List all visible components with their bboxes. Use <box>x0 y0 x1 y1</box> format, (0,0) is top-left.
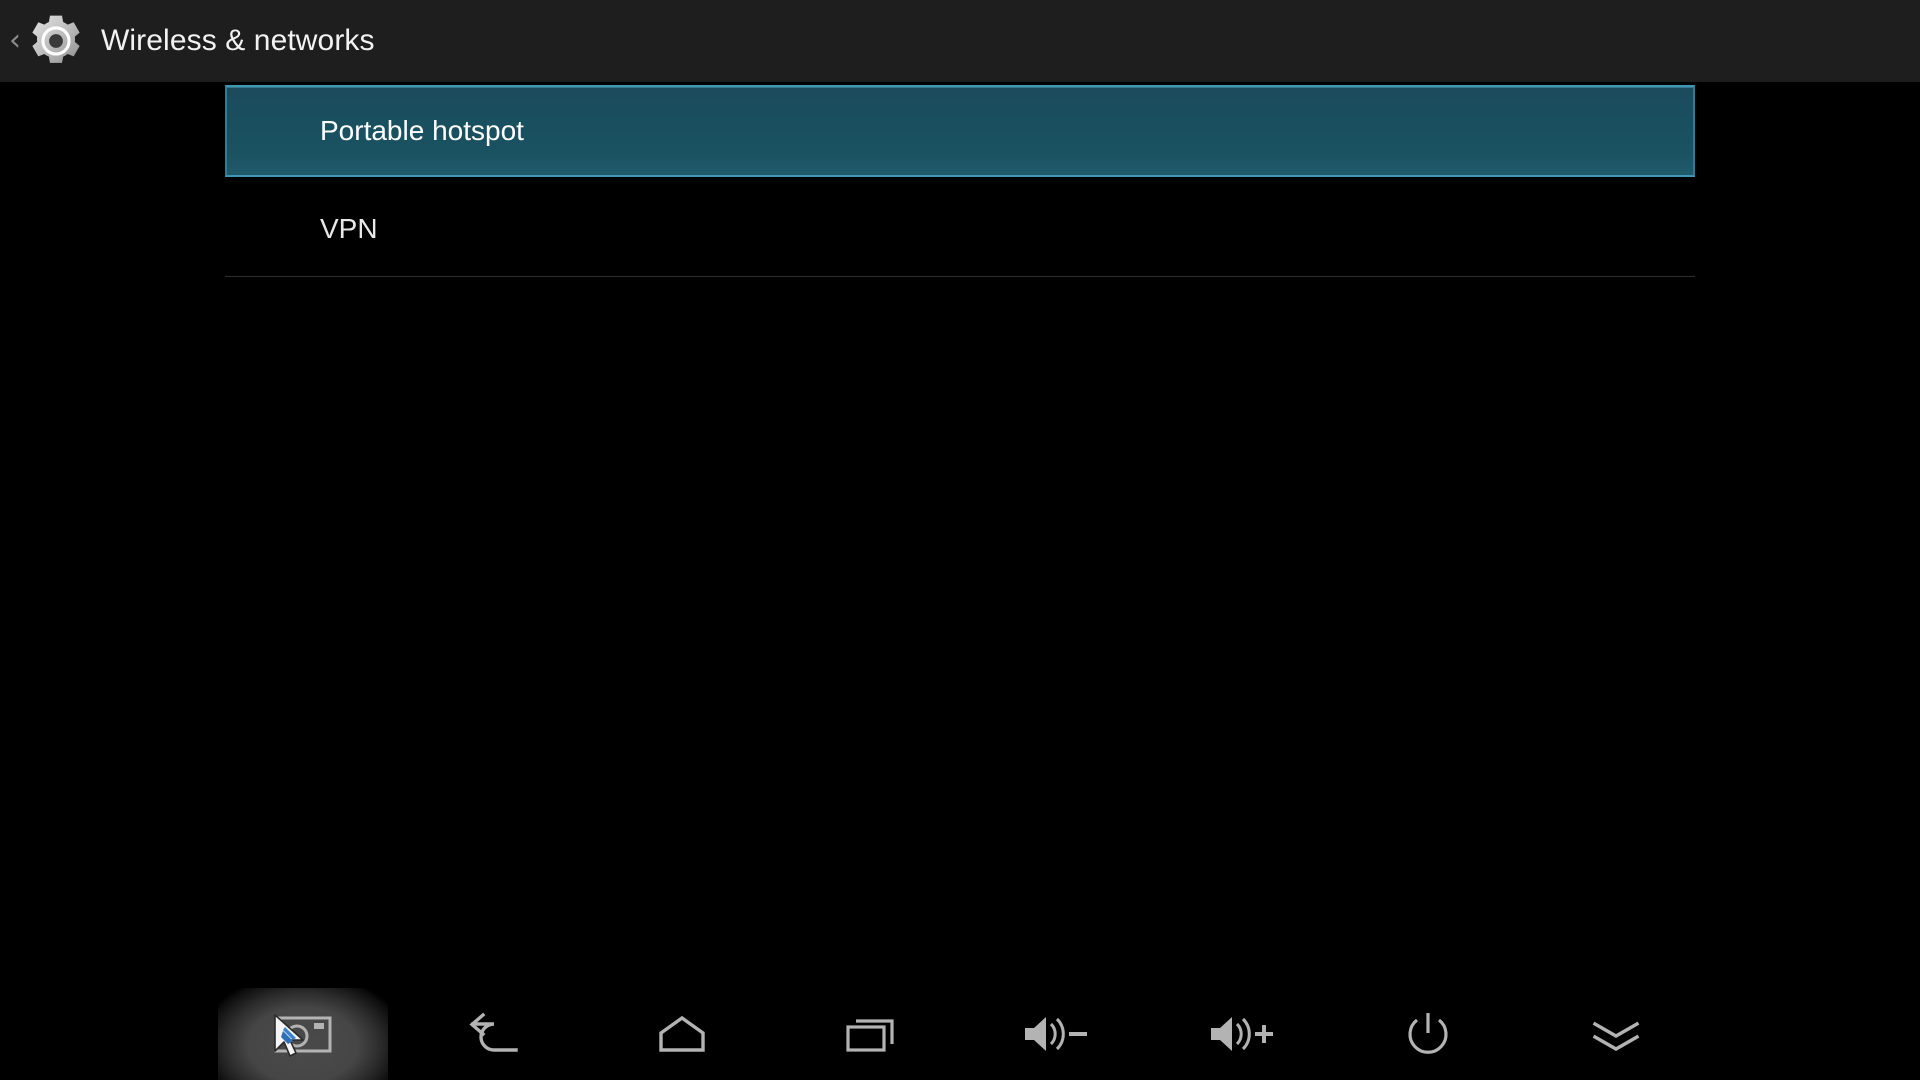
action-bar: ‹ Wireless & networks <box>0 0 1920 82</box>
android-settings-screen: ‹ Wireless & networks Portable hotspot V… <box>0 0 1920 1080</box>
settings-list: Portable hotspot VPN <box>225 85 1695 277</box>
back-chevron-glyph: ‹ <box>9 23 21 58</box>
list-item-vpn[interactable]: VPN <box>225 183 1695 275</box>
volume-up-icon <box>1211 1017 1273 1051</box>
list-item-label: VPN <box>320 213 378 244</box>
collapse-button[interactable] <box>1531 988 1701 1080</box>
recents-icon <box>846 1019 894 1052</box>
back-chevron-icon[interactable]: ‹ <box>4 21 26 61</box>
home-button[interactable] <box>597 988 767 1080</box>
home-icon <box>659 1015 705 1052</box>
double-chevron-down-icon <box>1592 1021 1640 1051</box>
recents-button[interactable] <box>786 988 956 1080</box>
bottom-navigation-bar <box>0 988 1920 1080</box>
power-button[interactable] <box>1343 988 1513 1080</box>
settings-gear-icon <box>32 15 80 63</box>
volume-down-button[interactable] <box>971 988 1141 1080</box>
list-item-label: Portable hotspot <box>320 115 524 146</box>
back-arrow-icon <box>469 1012 518 1052</box>
page-title: Wireless & networks <box>101 24 375 57</box>
list-item-portable-hotspot[interactable]: Portable hotspot <box>225 85 1695 177</box>
volume-down-icon <box>1025 1017 1087 1051</box>
list-divider <box>225 276 1695 277</box>
camera-icon <box>274 1016 332 1053</box>
back-button[interactable] <box>408 988 578 1080</box>
screenshot-button[interactable] <box>218 988 388 1080</box>
volume-up-button[interactable] <box>1157 988 1327 1080</box>
power-icon <box>1408 1013 1448 1054</box>
